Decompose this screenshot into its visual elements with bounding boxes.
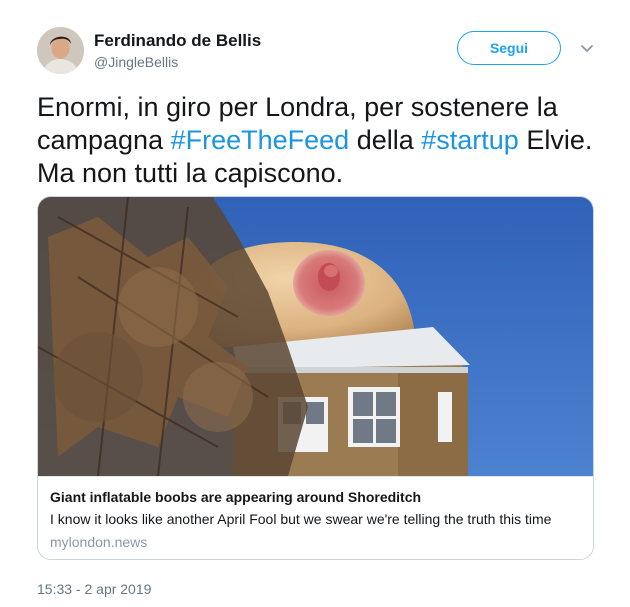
card-image[interactable]	[38, 197, 594, 476]
tweet-header: Ferdinando de Bellis @JingleBellis Segui	[37, 27, 597, 77]
tweet-text: Enormi, in giro per Londra, per sostener…	[37, 91, 597, 190]
card-title: Giant inflatable boobs are appearing aro…	[50, 489, 422, 505]
tweet-text-part: della	[349, 125, 422, 155]
follow-button[interactable]: Segui	[457, 31, 561, 65]
hashtag-freethefeed[interactable]: #FreeTheFeed	[171, 125, 350, 155]
card-body[interactable]: Giant inflatable boobs are appearing aro…	[38, 476, 593, 559]
follow-button-label: Segui	[489, 40, 529, 56]
avatar[interactable]	[37, 27, 84, 74]
link-card[interactable]: Giant inflatable boobs are appearing aro…	[37, 196, 594, 560]
chevron-down-icon[interactable]	[578, 39, 596, 57]
author-name[interactable]: Ferdinando de Bellis	[94, 31, 261, 51]
author-handle[interactable]: @JingleBellis	[94, 54, 178, 70]
tweet-timestamp[interactable]: 15:33 - 2 apr 2019	[37, 581, 151, 597]
hashtag-startup[interactable]: #startup	[421, 125, 519, 155]
card-domain: mylondon.news	[50, 534, 148, 550]
card-description: I know it looks like another April Fool …	[50, 511, 552, 527]
